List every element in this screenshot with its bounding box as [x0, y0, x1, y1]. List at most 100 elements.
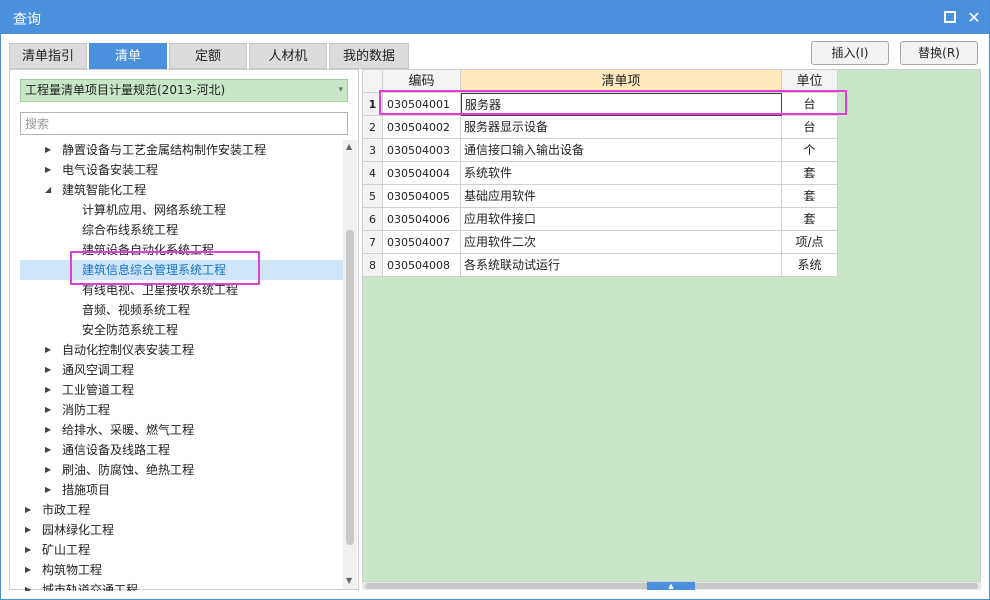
insert-button[interactable]: 插入(I): [811, 41, 889, 65]
name-cell[interactable]: 应用软件二次: [461, 231, 782, 254]
row-index: 2: [363, 116, 383, 139]
expand-arrow-icon[interactable]: ▶: [45, 360, 55, 380]
tab-labor-material[interactable]: 人材机: [249, 43, 327, 69]
expand-arrow-icon[interactable]: ▶: [25, 540, 35, 560]
row-index: 7: [363, 231, 383, 254]
tree-node-label: 建筑智能化工程: [62, 183, 147, 197]
expand-arrow-icon[interactable]: ▶: [45, 140, 55, 160]
scroll-down-icon[interactable]: ▼: [346, 576, 352, 585]
expand-arrow-icon[interactable]: ▶: [45, 420, 55, 440]
unit-cell[interactable]: 项/点: [782, 231, 838, 254]
tree-node[interactable]: ▶ 构筑物工程: [20, 560, 344, 580]
tree-node[interactable]: 有线电视、卫星接收系统工程: [20, 280, 344, 300]
scroll-up-icon[interactable]: ▲: [346, 142, 352, 151]
replace-button[interactable]: 替换(R): [900, 41, 978, 65]
tree-node-label: 综合布线系统工程: [82, 223, 179, 237]
code-cell[interactable]: 030504002: [383, 116, 461, 139]
tree-node-label: 刷油、防腐蚀、绝热工程: [62, 463, 195, 477]
expand-arrow-icon[interactable]: ▶: [25, 500, 35, 520]
row-index: 3: [363, 139, 383, 162]
spec-dropdown[interactable]: 工程量清单项目计量规范(2013-河北) ▾: [20, 79, 348, 102]
tree-node-selected[interactable]: 建筑信息综合管理系统工程: [20, 260, 344, 280]
spec-selected-value: 工程量清单项目计量规范(2013-河北): [25, 83, 226, 97]
name-cell[interactable]: 服务器显示设备: [461, 116, 782, 139]
code-cell[interactable]: 030504007: [383, 231, 461, 254]
unit-cell[interactable]: 个: [782, 139, 838, 162]
tree-node[interactable]: ▶ 刷油、防腐蚀、绝热工程: [20, 460, 344, 480]
code-column-header[interactable]: 编码: [383, 70, 461, 93]
tree-node[interactable]: ▶ 静置设备与工艺金属结构制作安装工程: [20, 140, 344, 160]
tree-node[interactable]: ▶ 电气设备安装工程: [20, 160, 344, 180]
row-index: 1: [363, 93, 383, 116]
search-input[interactable]: [25, 114, 335, 133]
tree-node[interactable]: ▶ 市政工程: [20, 500, 344, 520]
unit-cell[interactable]: 台: [782, 116, 838, 139]
tab-list[interactable]: 清单: [89, 43, 167, 69]
tree-node[interactable]: ▶ 消防工程: [20, 400, 344, 420]
expand-arrow-icon[interactable]: ▶: [45, 340, 55, 360]
chevron-down-icon[interactable]: ▾: [338, 80, 343, 101]
unit-column-header[interactable]: 单位: [782, 70, 838, 93]
panel-toggle-icon[interactable]: ▲: [647, 582, 695, 590]
unit-cell[interactable]: 系统: [782, 254, 838, 277]
row-index: 8: [363, 254, 383, 277]
expand-arrow-icon[interactable]: ▶: [25, 580, 35, 591]
table-horizontal-scrollbar[interactable]: ▲: [362, 582, 981, 590]
code-cell[interactable]: 030504008: [383, 254, 461, 277]
tree-node[interactable]: ▶ 工业管道工程: [20, 380, 344, 400]
tab-list-guide[interactable]: 清单指引: [9, 43, 87, 69]
tree-node[interactable]: 安全防范系统工程: [20, 320, 344, 340]
tree-node[interactable]: ▶ 园林绿化工程: [20, 520, 344, 540]
tree-node[interactable]: ▶ 措施项目: [20, 480, 344, 500]
expand-arrow-icon[interactable]: ▶: [45, 160, 55, 180]
code-cell[interactable]: 030504004: [383, 162, 461, 185]
tree-node[interactable]: 综合布线系统工程: [20, 220, 344, 240]
search-box[interactable]: [20, 112, 348, 135]
tree-node[interactable]: ▶ 自动化控制仪表安装工程: [20, 340, 344, 360]
unit-cell[interactable]: 套: [782, 162, 838, 185]
expand-arrow-icon[interactable]: ▶: [45, 480, 55, 500]
close-icon[interactable]: ✕: [965, 8, 983, 27]
name-cell[interactable]: 基础应用软件: [461, 185, 782, 208]
maximize-icon[interactable]: [941, 8, 959, 26]
name-column-header[interactable]: 清单项: [461, 70, 782, 93]
code-cell[interactable]: 030504006: [383, 208, 461, 231]
tree-node[interactable]: 音频、视频系统工程: [20, 300, 344, 320]
unit-cell[interactable]: 套: [782, 185, 838, 208]
unit-cell[interactable]: 台: [782, 93, 838, 116]
name-cell[interactable]: 系统软件: [461, 162, 782, 185]
code-cell[interactable]: 030504001: [383, 93, 461, 116]
code-cell[interactable]: 030504005: [383, 185, 461, 208]
tree-node[interactable]: ▶ 给排水、采暖、燃气工程: [20, 420, 344, 440]
tree-node[interactable]: 建筑设备自动化系统工程: [20, 240, 344, 260]
name-cell[interactable]: 应用软件接口: [461, 208, 782, 231]
expand-arrow-icon[interactable]: ▶: [45, 400, 55, 420]
code-cell[interactable]: 030504003: [383, 139, 461, 162]
expand-arrow-icon[interactable]: ▶: [25, 560, 35, 580]
tree-node[interactable]: ▶ 矿山工程: [20, 540, 344, 560]
tree-node[interactable]: ▶ 通信设备及线路工程: [20, 440, 344, 460]
left-panel: 工程量清单项目计量规范(2013-河北) ▾ ▶ 静置设备与工艺金属结构制作安装工…: [9, 69, 359, 591]
expand-arrow-icon[interactable]: ▶: [45, 440, 55, 460]
tree-node-label: 音频、视频系统工程: [82, 303, 191, 317]
tree-scrollbar[interactable]: ▲ ▼: [343, 140, 357, 589]
scrollbar-thumb[interactable]: [346, 230, 354, 545]
collapse-arrow-icon[interactable]: ◢: [45, 180, 55, 200]
tree-node[interactable]: ▶ 通风空调工程: [20, 360, 344, 380]
row-index: 4: [363, 162, 383, 185]
expand-arrow-icon[interactable]: ▶: [45, 380, 55, 400]
category-tree: ▶ 静置设备与工艺金属结构制作安装工程 ▶ 电气设备安装工程 ◢ 建筑智能化工程 计算…: [10, 140, 344, 591]
tree-node[interactable]: 计算机应用、网络系统工程: [20, 200, 344, 220]
name-cell[interactable]: 通信接口输入输出设备: [461, 139, 782, 162]
tree-node[interactable]: ▶ 城市轨道交通工程: [20, 580, 344, 591]
expand-arrow-icon[interactable]: ▶: [45, 460, 55, 480]
row-index: 6: [363, 208, 383, 231]
unit-cell[interactable]: 套: [782, 208, 838, 231]
tab-quota[interactable]: 定额: [169, 43, 247, 69]
tree-node-expanded[interactable]: ◢ 建筑智能化工程: [20, 180, 344, 200]
expand-arrow-icon[interactable]: ▶: [25, 520, 35, 540]
title-bar[interactable]: 查询 ✕: [1, 1, 989, 34]
name-cell[interactable]: 各系统联动试运行: [461, 254, 782, 277]
name-cell[interactable]: 服务器: [461, 93, 782, 116]
tab-my-data[interactable]: 我的数据: [329, 43, 409, 69]
